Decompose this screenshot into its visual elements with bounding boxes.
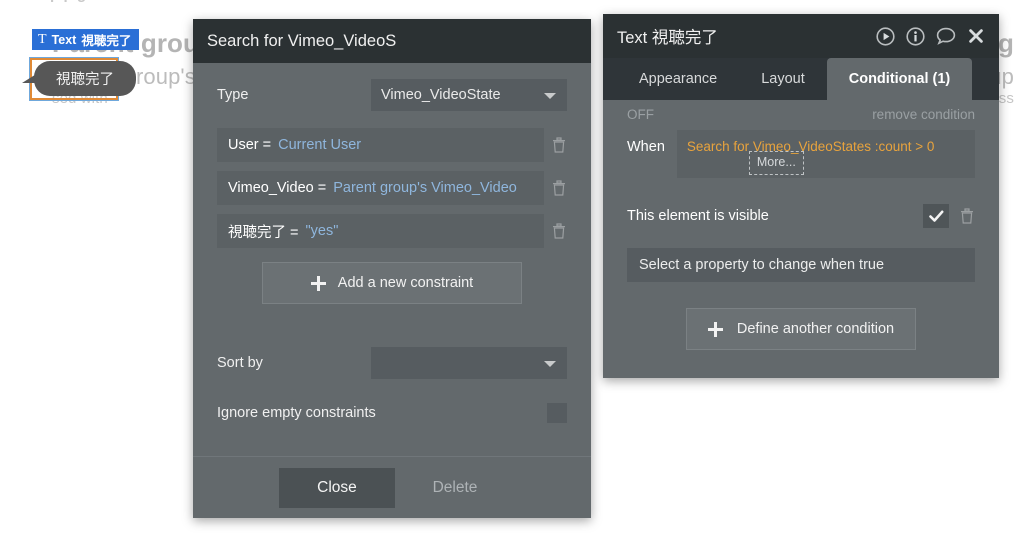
search-panel-title: Search for Vimeo_VideoS <box>207 31 397 50</box>
delete-button[interactable]: Delete <box>405 468 505 508</box>
ignore-empty-row: Ignore empty constraints <box>217 403 567 423</box>
constraint-field-vimeo-video[interactable]: Vimeo_Video = Parent group's Vimeo_Video <box>217 171 544 205</box>
close-icon[interactable] <box>967 27 985 45</box>
add-constraint-label: Add a new constraint <box>337 275 474 291</box>
condition-property-row: This element is visible <box>627 204 975 228</box>
more-button[interactable]: More... <box>748 151 804 175</box>
trash-icon[interactable] <box>551 179 567 197</box>
constraint-key: Vimeo_Video = <box>228 180 327 196</box>
play-circle-icon[interactable] <box>876 26 895 46</box>
property-panel-header-icons <box>876 26 985 46</box>
constraint-value: Current User <box>278 137 362 153</box>
sort-by-label: Sort by <box>217 355 263 371</box>
property-panel-tabs: Appearance Layout Conditional (1) <box>603 58 999 100</box>
chevron-down-icon <box>544 361 556 367</box>
define-another-condition-button[interactable]: Define another condition <box>686 308 916 350</box>
trash-icon[interactable] <box>551 136 567 154</box>
tab-layout[interactable]: Layout <box>739 58 827 100</box>
when-expression-text: Search for Vimeo_VideoStates :count > 0 <box>686 139 935 154</box>
tab-conditional[interactable]: Conditional (1) <box>826 58 973 100</box>
search-panel-body: Type Vimeo_VideoState User = Current Use… <box>193 63 591 423</box>
search-editor-panel: Search for Vimeo_VideoS Type Vimeo_Video… <box>193 19 591 518</box>
ignore-empty-label: Ignore empty constraints <box>217 405 376 421</box>
element-badge-type: Text <box>51 32 77 47</box>
canvas-background-text-0: p p g <box>50 0 86 3</box>
chevron-down-icon <box>544 93 556 99</box>
constraint-row: 視聴完了 = "yes" <box>217 214 567 248</box>
plus-icon <box>707 321 723 337</box>
constraint-row: User = Current User <box>217 128 567 162</box>
constraint-key: 視聴完了 = <box>228 224 299 241</box>
info-circle-icon[interactable] <box>906 26 925 46</box>
add-constraint-button[interactable]: Add a new constraint <box>262 262 522 304</box>
close-button[interactable]: Close <box>279 467 395 508</box>
condition-property-label: This element is visible <box>627 208 769 224</box>
element-badge-name: 視聴完了 <box>81 34 132 48</box>
when-row: When Search for Vimeo_VideoStates :count… <box>627 130 975 178</box>
tab-appearance[interactable]: Appearance <box>617 58 739 100</box>
property-panel-header: Text 視聴完了 <box>603 14 999 58</box>
select-property-dropdown[interactable]: Select a property to change when true <box>627 248 975 282</box>
type-label: Type <box>217 87 249 103</box>
element-tooltip: 視聴完了 <box>34 61 136 96</box>
search-panel-footer: Close Delete <box>193 456 591 518</box>
constraint-key: User = <box>228 137 272 153</box>
trash-icon[interactable] <box>959 207 975 225</box>
condition-state-row: OFF remove condition <box>627 100 975 128</box>
search-panel-header: Search for Vimeo_VideoS <box>193 19 591 63</box>
text-t-icon: T <box>38 31 47 47</box>
constraint-value: "yes" <box>305 223 339 239</box>
when-expression-field[interactable]: Search for Vimeo_VideoStates :count > 0 … <box>676 130 975 178</box>
when-label: When <box>627 139 665 155</box>
define-another-condition-label: Define another condition <box>736 321 895 337</box>
condition-property-checkbox[interactable] <box>923 204 949 228</box>
constraint-value: Parent group's Vimeo_Video <box>333 180 517 196</box>
condition-state-label: OFF <box>627 106 654 122</box>
plus-icon <box>310 275 326 291</box>
comment-icon[interactable] <box>936 27 956 45</box>
remove-condition-link[interactable]: remove condition <box>872 107 975 122</box>
select-property-value: Select a property to change when true <box>639 257 885 273</box>
selected-element-badge[interactable]: T Text 視聴完了 <box>32 29 140 50</box>
property-panel-title: Text 視聴完了 <box>617 29 718 47</box>
type-dropdown-value: Vimeo_VideoState <box>381 87 501 103</box>
conditional-tab-content: OFF remove condition When Search for Vim… <box>603 100 999 350</box>
ignore-empty-checkbox[interactable] <box>547 403 567 423</box>
constraint-field-user[interactable]: User = Current User <box>217 128 544 162</box>
constraint-field-watched[interactable]: 視聴完了 = "yes" <box>217 214 544 248</box>
sort-by-dropdown[interactable] <box>371 347 567 379</box>
sort-by-row: Sort by <box>217 347 567 379</box>
type-dropdown[interactable]: Vimeo_VideoState <box>371 79 567 111</box>
constraint-row: Vimeo_Video = Parent group's Vimeo_Video <box>217 171 567 205</box>
type-row: Type Vimeo_VideoState <box>217 79 567 111</box>
trash-icon[interactable] <box>551 222 567 240</box>
element-property-panel: Text 視聴完了 Appearance Layout Conditional … <box>603 14 999 378</box>
